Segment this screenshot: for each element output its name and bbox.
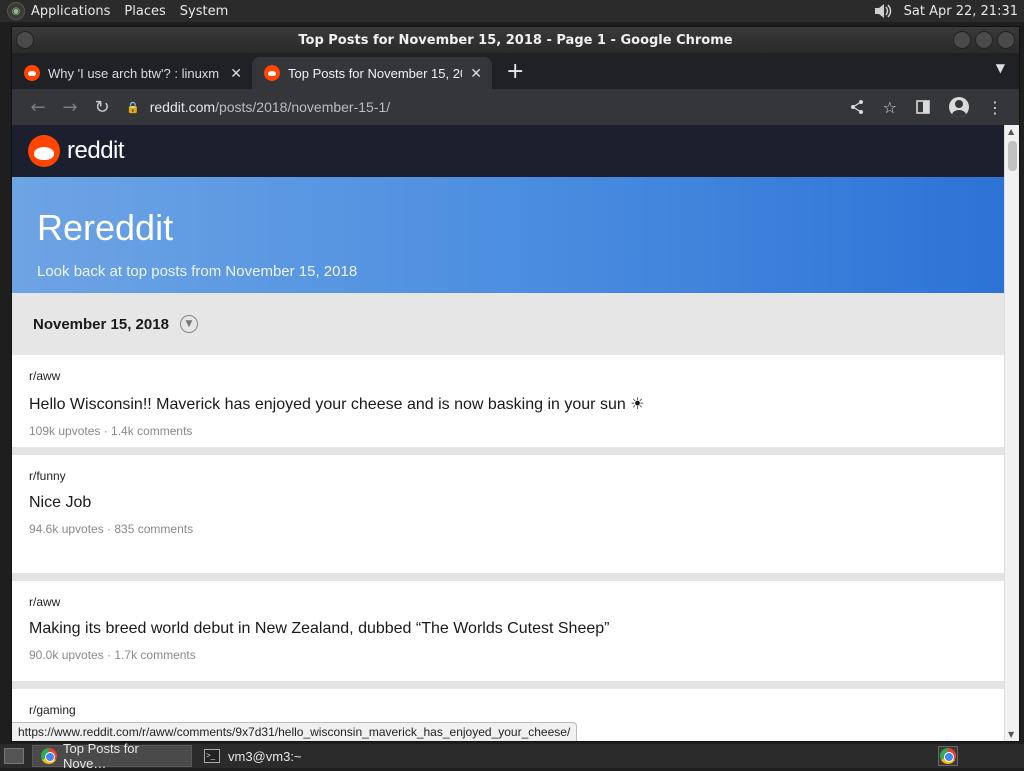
more-menu-icon[interactable]: ⋮	[987, 98, 1003, 117]
close-window-button[interactable]	[997, 31, 1015, 49]
clock[interactable]: Sat Apr 22, 21:31	[904, 4, 1018, 19]
post-title[interactable]: Nice Job	[29, 494, 987, 512]
post-title[interactable]: Making its breed world debut in New Zeal…	[29, 620, 987, 638]
tab-label: Why 'I use arch btw'? : linuxm	[48, 65, 220, 81]
post-subreddit[interactable]: r/aww	[29, 595, 987, 609]
tab-top-posts[interactable]: Top Posts for November 15, 20 ✕	[252, 57, 492, 89]
date-label: November 15, 2018	[33, 315, 169, 333]
profile-avatar-icon[interactable]	[949, 97, 969, 117]
tab-close-icon[interactable]: ✕	[230, 65, 242, 82]
reddit-favicon-icon	[24, 65, 40, 81]
window-titlebar[interactable]: Top Posts for November 15, 2018 - Page 1…	[12, 27, 1019, 53]
address-bar[interactable]: 🔒 reddit.com /posts/2018/november-15-1/	[126, 93, 849, 121]
tab-linuxmasterrace[interactable]: Why 'I use arch btw'? : linuxm ✕	[12, 57, 252, 89]
url-host: reddit.com	[149, 99, 216, 115]
post-title[interactable]: Hello Wisconsin!! Maverick has enjoyed y…	[29, 394, 987, 414]
taskbar-item-chrome[interactable]: Top Posts for Nove…	[32, 741, 192, 771]
reddit-logo-icon[interactable]	[28, 135, 60, 167]
maximize-button[interactable]	[975, 31, 993, 49]
terminal-icon: >_	[204, 749, 220, 763]
new-tab-plus-icon[interactable]: +	[506, 57, 524, 89]
scroll-up-arrow-icon[interactable]: ▲	[1008, 127, 1014, 136]
back-arrow-icon[interactable]: ←	[22, 97, 54, 118]
menu-system[interactable]: System	[180, 4, 228, 19]
window-menu-button[interactable]	[16, 31, 34, 49]
reddit-wordmark[interactable]: reddit	[67, 137, 125, 165]
url-path: /posts/2018/november-15-1/	[215, 99, 391, 115]
menu-places[interactable]: Places	[124, 4, 165, 19]
tray-chrome-icon[interactable]	[938, 746, 958, 766]
post-meta: 94.6k upvotes · 835 comments	[29, 522, 194, 536]
hero-banner: Rereddit Look back at top posts from Nov…	[12, 177, 1004, 293]
top-panel: ◉ Applications Places System Sat Apr 22,…	[0, 0, 1024, 22]
forward-arrow-icon[interactable]: →	[54, 97, 86, 118]
window-title: Top Posts for November 15, 2018 - Page 1…	[298, 32, 733, 48]
chrome-window: Top Posts for November 15, 2018 - Page 1…	[11, 26, 1020, 742]
lock-icon[interactable]: 🔒	[126, 101, 140, 114]
tab-strip: Why 'I use arch btw'? : linuxm ✕ Top Pos…	[12, 53, 1019, 89]
distro-logo-icon[interactable]: ◉	[7, 2, 25, 20]
taskbar-item-label: Top Posts for Nove…	[63, 741, 139, 771]
tab-label: Top Posts for November 15, 20	[288, 65, 463, 81]
reddit-favicon-icon	[264, 65, 280, 81]
hero-title: Rereddit	[37, 207, 174, 248]
volume-icon[interactable]	[872, 2, 894, 20]
taskbar-item-label: vm3@vm3:~	[228, 748, 302, 764]
tab-search-chevron-icon[interactable]: ▼	[996, 61, 1005, 75]
page-viewport: reddit Rereddit Look back at top posts f…	[12, 125, 1004, 741]
post-card[interactable]: r/funny Nice Job 94.6k upvotes · 835 com…	[12, 455, 1004, 581]
share-icon[interactable]	[849, 99, 865, 115]
post-subreddit[interactable]: r/funny	[29, 469, 987, 483]
taskbar-item-terminal[interactable]: >_ vm3@vm3:~	[196, 745, 310, 767]
date-selector[interactable]: November 15, 2018 ▼	[12, 293, 1004, 355]
scrollbar-thumb[interactable]	[1008, 141, 1017, 171]
chevron-down-icon[interactable]: ▼	[179, 315, 198, 333]
menu-applications[interactable]: Applications	[31, 4, 110, 19]
taskbar: Top Posts for Nove… >_ vm3@vm3:~	[0, 741, 1024, 771]
show-desktop-icon[interactable]	[4, 748, 24, 764]
browser-toolbar: ← → ↻ 🔒 reddit.com /posts/2018/november-…	[12, 89, 1019, 125]
reload-icon[interactable]: ↻	[86, 97, 118, 118]
reddit-header: reddit	[12, 125, 1004, 177]
side-panel-icon[interactable]	[915, 99, 931, 115]
bookmark-star-icon[interactable]: ☆	[883, 98, 897, 117]
post-card[interactable]: r/aww Hello Wisconsin!! Maverick has enj…	[12, 355, 1004, 455]
tab-close-icon[interactable]: ✕	[470, 65, 482, 82]
link-status-bubble: https://www.reddit.com/r/aww/comments/9x…	[12, 722, 578, 741]
post-card[interactable]: r/aww Making its breed world debut in Ne…	[12, 581, 1004, 689]
post-meta: 109k upvotes · 1.4k comments	[29, 424, 193, 438]
chrome-icon	[41, 748, 57, 764]
post-subreddit[interactable]: r/aww	[29, 369, 987, 383]
page-scrollbar[interactable]: ▲ ▼	[1004, 125, 1019, 741]
hero-subtitle: Look back at top posts from November 15,…	[37, 263, 358, 280]
post-meta: 90.0k upvotes · 1.7k comments	[29, 648, 196, 662]
scroll-down-arrow-icon[interactable]: ▼	[1008, 730, 1014, 739]
post-subreddit[interactable]: r/gaming	[29, 703, 987, 717]
minimize-button[interactable]	[953, 31, 971, 49]
